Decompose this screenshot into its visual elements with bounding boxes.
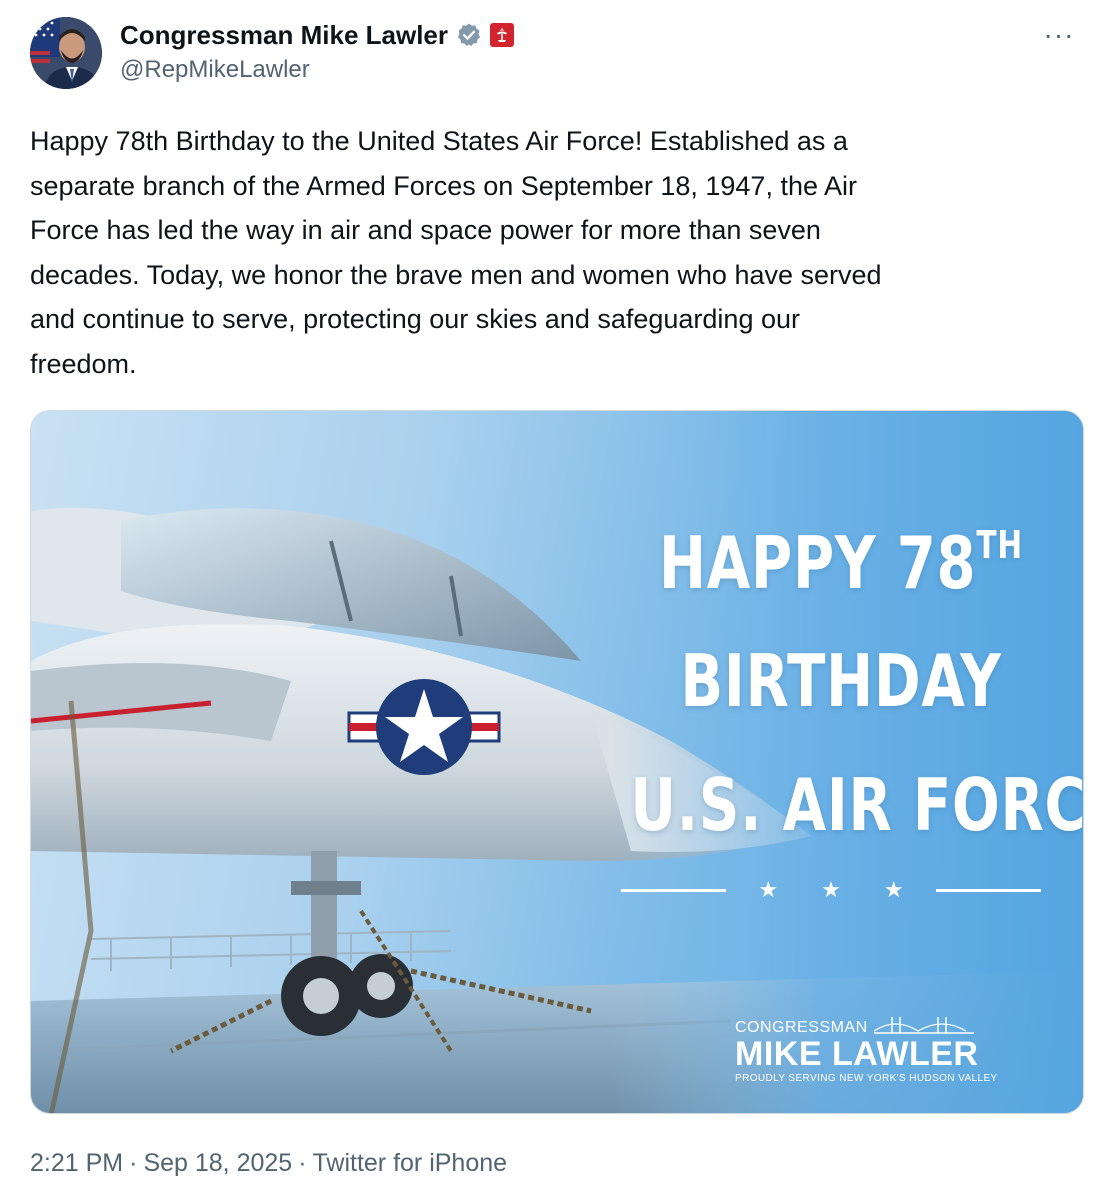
- headline-line-3: U.S. AIR FORCE: [630, 763, 1084, 847]
- avatar-image: [30, 17, 102, 89]
- separator: ·: [129, 1149, 138, 1177]
- headline-line-2: BIRTHDAY: [680, 639, 1002, 723]
- timestamp-time[interactable]: 2:21 PM: [30, 1149, 123, 1177]
- avatar[interactable]: [30, 17, 102, 89]
- tweet: Congressman Mike Lawler @RepMikeLawler ·…: [0, 0, 1101, 1200]
- name-row: Congressman Mike Lawler: [120, 18, 514, 52]
- headline-line-1: HAPPY 78TH: [659, 521, 1023, 605]
- divider-rule-right: [935, 888, 1041, 892]
- brand-tagline: PROUDLY SERVING NEW YORK'S HUDSON VALLEY: [735, 1073, 998, 1084]
- ordinal-suffix: TH: [976, 523, 1023, 567]
- display-name[interactable]: Congressman Mike Lawler: [120, 20, 448, 51]
- timestamp-date[interactable]: Sep 18, 2025: [143, 1149, 292, 1177]
- more-options-icon[interactable]: ···: [1039, 19, 1079, 50]
- verified-badge-icon[interactable]: [456, 22, 482, 48]
- tweet-source: Twitter for iPhone: [312, 1149, 508, 1177]
- government-badge-icon[interactable]: [490, 23, 514, 47]
- brand-name: MIKE LAWLER: [735, 1035, 979, 1073]
- tweet-metadata: 2:21 PM · Sep 18, 2025 · Twitter for iPhone: [30, 1149, 507, 1178]
- divider-rule-left: [621, 888, 727, 892]
- star-divider: ★ ★ ★: [621, 875, 1041, 905]
- brand-logo: CONGRESSMAN MIKE LAWLER PROUDLY SERVING …: [735, 1011, 1035, 1084]
- handle[interactable]: @RepMikeLawler: [120, 56, 310, 84]
- bridge-icon: [873, 1017, 974, 1034]
- tweet-text: Happy 78th Birthday to the United States…: [30, 126, 882, 379]
- separator: ·: [298, 1149, 307, 1177]
- tweet-media-image[interactable]: HAPPY 78TH BIRTHDAY U.S. AIR FORCE ★ ★ ★…: [30, 410, 1084, 1114]
- stars-icon: ★ ★ ★: [758, 877, 922, 903]
